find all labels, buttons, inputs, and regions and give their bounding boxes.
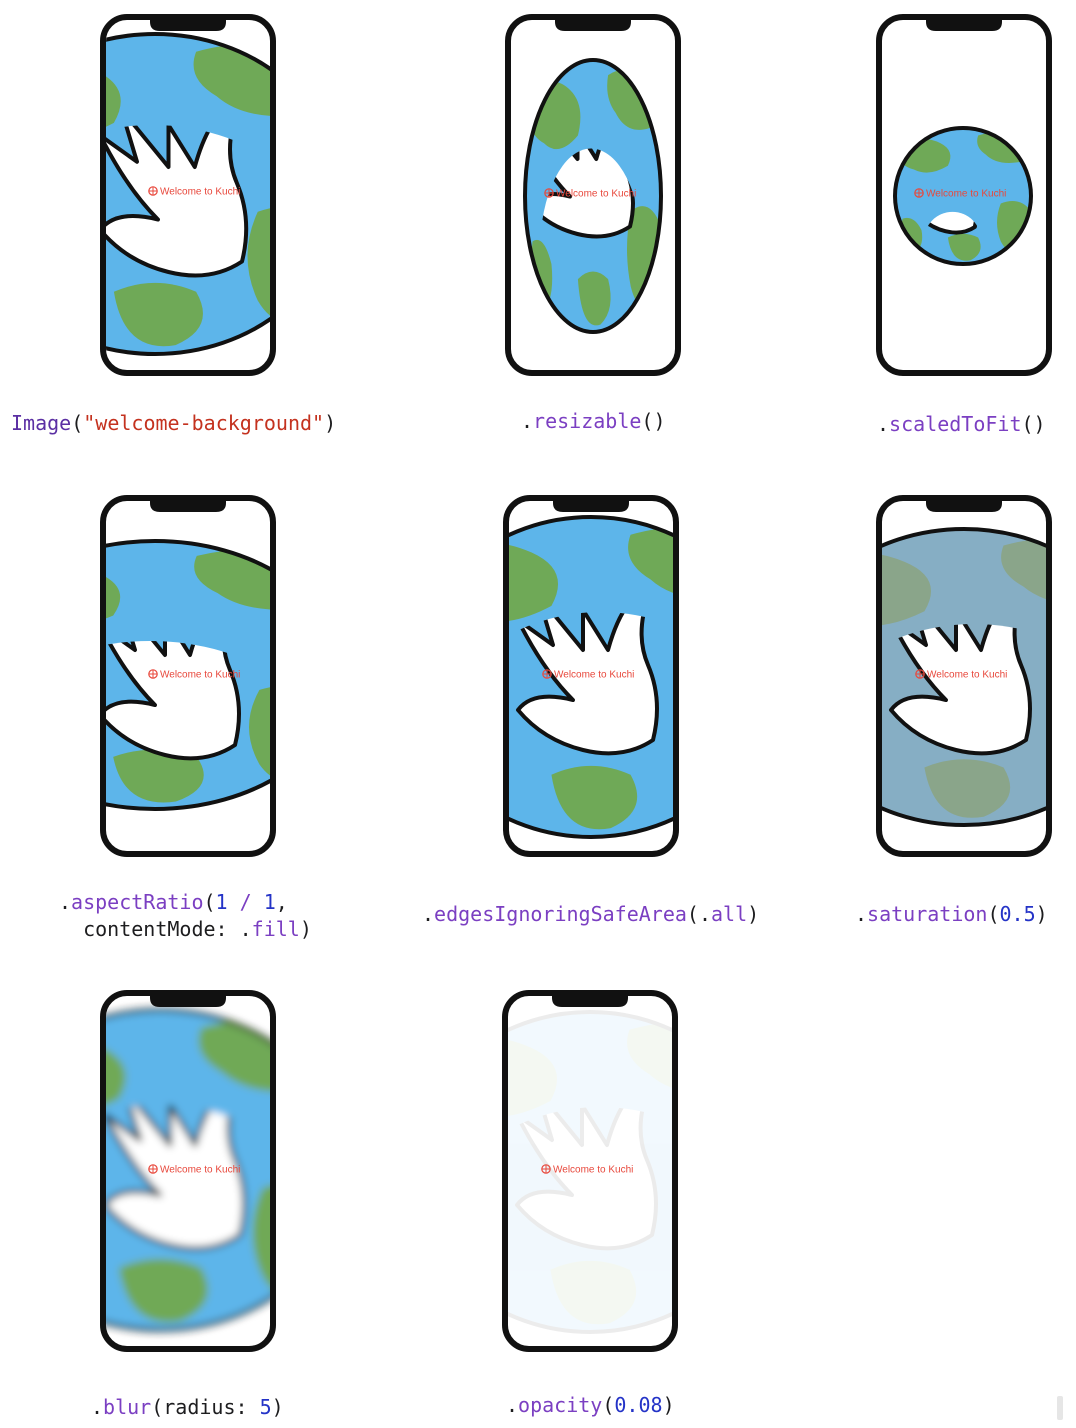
phone-edges-ignoring-safe-area: Welcome to Kuchi	[503, 495, 679, 857]
phone-notch	[555, 17, 631, 31]
caption-saturation: .saturation(0.5)	[855, 901, 1048, 928]
phone-blur: Welcome to Kuchi	[100, 990, 276, 1352]
phone-notch	[150, 17, 226, 31]
code-token: 5	[259, 1395, 272, 1419]
caption-line: contentMode: .fill)	[59, 916, 312, 943]
caption-image: Image("welcome-background")	[11, 410, 336, 437]
code-token: blur	[103, 1395, 152, 1419]
phone-notch	[552, 993, 628, 1007]
code-token: ()	[1021, 412, 1046, 436]
phone-resizable: Welcome to Kuchi	[505, 14, 681, 376]
code-token: )	[747, 902, 760, 926]
phone-scaled-to-fit: Welcome to Kuchi	[876, 14, 1052, 376]
code-token: scaledToFit	[889, 412, 1022, 436]
welcome-banner: Welcome to Kuchi	[541, 1164, 633, 1176]
caption-line: .aspectRatio(1 / 1,	[59, 889, 312, 916]
caption-line: .edgesIgnoringSafeArea(.all)	[422, 901, 759, 928]
phone-aspect-ratio: Welcome to Kuchi	[100, 495, 276, 857]
code-token: "welcome-background"	[83, 411, 325, 435]
welcome-banner: Welcome to Kuchi	[148, 1164, 240, 1176]
welcome-text: Welcome to Kuchi	[927, 670, 1007, 681]
caption-line: .saturation(0.5)	[855, 901, 1048, 928]
caption-scaled-to-fit: .scaledToFit()	[877, 411, 1046, 438]
code-token: )	[324, 411, 337, 435]
code-token: edgesIgnoringSafeArea	[434, 902, 687, 926]
code-token: .	[422, 902, 435, 926]
phone-frame: Welcome to Kuchi	[100, 990, 276, 1352]
welcome-banner: Welcome to Kuchi	[914, 188, 1006, 200]
code-token: (.	[686, 902, 712, 926]
caption-line: .resizable()	[521, 408, 666, 435]
welcome-text: Welcome to Kuchi	[160, 670, 240, 681]
code-token: (	[602, 1393, 615, 1417]
caption-line: .blur(radius: 5)	[91, 1394, 284, 1421]
code-token: (	[71, 411, 84, 435]
code-token: fill	[251, 917, 300, 941]
code-token: )	[299, 917, 312, 941]
phone-image: Welcome to Kuchi	[100, 14, 276, 376]
code-token: )	[271, 1395, 284, 1419]
welcome-text: Welcome to Kuchi	[554, 670, 634, 681]
code-token: resizable	[533, 409, 642, 433]
phone-notch	[553, 498, 629, 512]
code-token: /	[227, 890, 264, 914]
welcome-text: Welcome to Kuchi	[160, 1165, 240, 1176]
code-token: 0.5	[999, 902, 1036, 926]
phone-frame: Welcome to Kuchi	[876, 14, 1052, 376]
phone-frame: Welcome to Kuchi	[505, 14, 681, 376]
scrollbar-thumb[interactable]	[1057, 1396, 1063, 1420]
code-token: aspectRatio	[71, 890, 204, 914]
phone-frame: Welcome to Kuchi	[100, 14, 276, 376]
code-token: saturation	[867, 902, 988, 926]
phone-opacity: Welcome to Kuchi	[502, 990, 678, 1352]
code-token: Image	[11, 411, 72, 435]
code-token: 1	[263, 890, 276, 914]
caption-line: Image("welcome-background")	[11, 410, 336, 437]
code-token: .	[91, 1395, 104, 1419]
welcome-text: Welcome to Kuchi	[556, 189, 636, 200]
phone-frame: Welcome to Kuchi	[876, 495, 1052, 857]
caption-line: .scaledToFit()	[877, 411, 1046, 438]
welcome-banner: Welcome to Kuchi	[148, 186, 240, 198]
code-token: )	[662, 1393, 675, 1417]
welcome-text: Welcome to Kuchi	[926, 189, 1006, 200]
code-token: )	[1035, 902, 1048, 926]
code-token: (	[987, 902, 1000, 926]
caption-line: .opacity(0.08)	[506, 1392, 675, 1419]
code-token: .	[855, 902, 868, 926]
code-token: .	[59, 890, 72, 914]
code-token: 0.08	[614, 1393, 663, 1417]
welcome-text: Welcome to Kuchi	[553, 1165, 633, 1176]
welcome-banner: Welcome to Kuchi	[915, 669, 1007, 681]
code-token: opacity	[518, 1393, 603, 1417]
phone-notch	[150, 993, 226, 1007]
caption-resizable: .resizable()	[521, 408, 666, 435]
welcome-banner: Welcome to Kuchi	[148, 669, 240, 681]
welcome-text: Welcome to Kuchi	[160, 187, 240, 198]
phone-frame: Welcome to Kuchi	[503, 495, 679, 857]
caption-aspect-ratio: .aspectRatio(1 / 1, contentMode: .fill)	[59, 889, 312, 943]
caption-blur: .blur(radius: 5)	[91, 1394, 284, 1421]
code-token: (radius:	[151, 1395, 260, 1419]
code-token: ()	[641, 409, 666, 433]
code-token: all	[711, 902, 748, 926]
code-token: .	[506, 1393, 519, 1417]
phone-notch	[150, 498, 226, 512]
code-token: .	[877, 412, 890, 436]
phone-notch	[926, 498, 1002, 512]
code-token: .	[521, 409, 534, 433]
phone-frame: Welcome to Kuchi	[502, 990, 678, 1352]
phone-saturation: Welcome to Kuchi	[876, 495, 1052, 857]
code-token: (	[203, 890, 216, 914]
code-token: contentMode: .	[59, 917, 252, 941]
code-token: ,	[275, 890, 288, 914]
code-token: 1	[215, 890, 228, 914]
welcome-banner: Welcome to Kuchi	[544, 188, 636, 200]
phone-notch	[926, 17, 1002, 31]
phone-frame: Welcome to Kuchi	[100, 495, 276, 857]
caption-opacity: .opacity(0.08)	[506, 1392, 675, 1419]
caption-edges-ignoring-safe-area: .edgesIgnoringSafeArea(.all)	[422, 901, 759, 928]
welcome-banner: Welcome to Kuchi	[542, 669, 634, 681]
